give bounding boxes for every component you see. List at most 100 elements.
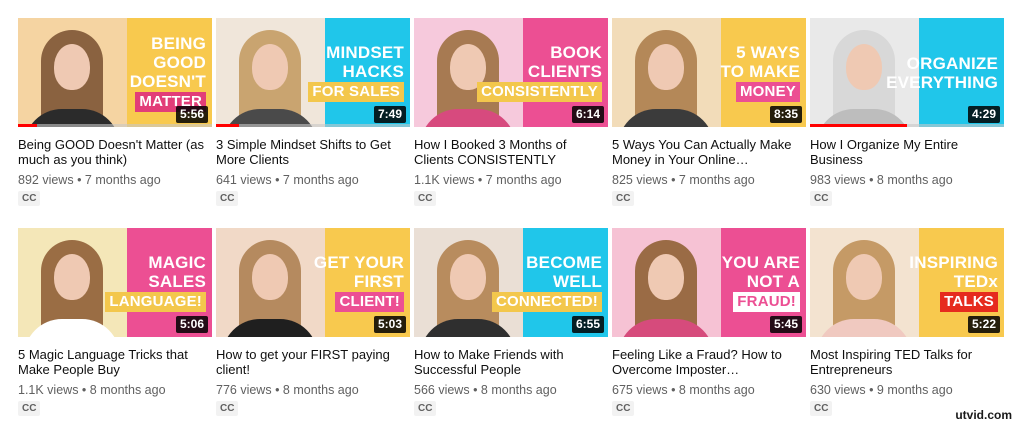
video-card[interactable]: BOOK CLIENTS CONSISTENTLY 6:14 How I Booked … — [414, 18, 608, 215]
upload-age: 9 months ago — [876, 383, 953, 397]
view-count: 641 views — [216, 173, 272, 187]
video-card[interactable]: YOU ARE NOT A FRAUD! 5:45 Feeling Like a Fra… — [612, 228, 806, 425]
cc-badge: CC — [810, 191, 833, 206]
upload-age: 8 months ago — [678, 383, 755, 397]
video-meta: 641 views • 7 months ago — [216, 173, 410, 188]
thumbnail-text-line: BECOME — [526, 253, 602, 272]
video-meta: 776 views • 8 months ago — [216, 383, 410, 398]
video-title[interactable]: Being GOOD Doesn't Matter (as much as yo… — [18, 137, 212, 167]
thumbnail-text-line: BOOK — [550, 43, 602, 62]
video-thumbnail[interactable]: ORGANIZE EVERYTHING 4:29 — [810, 18, 1004, 127]
video-thumbnail[interactable]: GET YOUR FIRST CLIENT! 5:03 — [216, 228, 410, 337]
thumbnail-text-line: NOT A — [746, 272, 800, 291]
video-card[interactable]: 5 WAYS TO MAKE MONEY 8:35 5 Ways You Can Act… — [612, 18, 806, 215]
thumbnail-text-line: MINDSET — [326, 43, 404, 62]
duration-badge: 4:29 — [967, 106, 1000, 123]
video-card[interactable]: MAGIC SALES LANGUAGE! 5:06 5 Magic Language … — [18, 228, 212, 425]
watch-progress-fill — [810, 124, 907, 127]
video-thumbnail[interactable]: BECOME WELL CONNECTED! 6:55 — [414, 228, 608, 337]
presenter-face — [54, 44, 91, 90]
cc-badge: CC — [612, 401, 635, 416]
video-card[interactable]: GET YOUR FIRST CLIENT! 5:03 How to get your … — [216, 228, 410, 425]
thumbnail-text-line: LANGUAGE! — [105, 292, 206, 312]
thumbnail-text-line: MONEY — [735, 82, 800, 102]
upload-age: 7 months ago — [678, 173, 755, 187]
video-title[interactable]: 3 Simple Mindset Shifts to Get More Clie… — [216, 137, 410, 167]
meta-separator: • — [865, 383, 877, 397]
view-count: 825 views — [612, 173, 668, 187]
video-grid: BEING GOOD DOESN'T MATTER 5:56 Being GOOD Doe… — [18, 18, 1004, 425]
thumbnail-text-line: CONNECTED! — [492, 292, 602, 312]
video-title[interactable]: How I Organize My Entire Business — [810, 137, 1004, 167]
duration-badge: 5:45 — [769, 316, 802, 333]
watch-progress-bar — [216, 124, 410, 127]
meta-separator: • — [271, 173, 283, 187]
video-thumbnail[interactable]: MINDSET HACKS FOR SALES 7:49 — [216, 18, 410, 127]
thumbnail-text-line: TEDx — [953, 272, 998, 291]
view-count: 1.1K views — [414, 173, 475, 187]
thumbnail-text-line: YOU ARE — [721, 253, 800, 272]
upload-age: 7 months ago — [84, 173, 161, 187]
video-card[interactable]: ORGANIZE EVERYTHING 4:29 How I Organize My … — [810, 18, 1004, 215]
duration-badge: 6:14 — [571, 106, 604, 123]
watch-progress-fill — [18, 124, 38, 127]
thumbnail-text-line: EVERYTHING — [886, 72, 998, 92]
upload-age: 8 months ago — [89, 383, 166, 397]
video-meta: 983 views • 8 months ago — [810, 173, 1004, 188]
meta-separator: • — [667, 173, 679, 187]
view-count: 566 views — [414, 383, 470, 397]
video-title[interactable]: Most Inspiring TED Talks for Entrepreneu… — [810, 347, 1004, 377]
view-count: 1.1K views — [18, 383, 79, 397]
video-card[interactable]: BEING GOOD DOESN'T MATTER 5:56 Being GOOD Doe… — [18, 18, 212, 215]
duration-badge: 5:03 — [373, 316, 406, 333]
thumbnail-photo — [612, 228, 721, 337]
view-count: 675 views — [612, 383, 668, 397]
video-thumbnail[interactable]: 5 WAYS TO MAKE MONEY 8:35 — [612, 18, 806, 127]
thumbnail-text-line: SALES — [148, 272, 206, 291]
view-count: 776 views — [216, 383, 272, 397]
video-thumbnail[interactable]: YOU ARE NOT A FRAUD! 5:45 — [612, 228, 806, 337]
video-title[interactable]: 5 Ways You Can Actually Make Money in Yo… — [612, 137, 806, 167]
video-card[interactable]: INSPIRING TEDx TALKS 5:22 Most Inspiring TED… — [810, 228, 1004, 425]
presenter-face — [846, 254, 883, 300]
video-meta: 892 views • 7 months ago — [18, 173, 212, 188]
thumbnail-photo — [414, 228, 523, 337]
thumbnail-photo — [18, 18, 127, 127]
duration-badge: 6:55 — [571, 316, 604, 333]
upload-age: 7 months ago — [282, 173, 359, 187]
thumbnail-text-line: CLIENTS — [527, 62, 602, 81]
video-title[interactable]: 5 Magic Language Tricks that Make People… — [18, 347, 212, 377]
video-thumbnail[interactable]: BEING GOOD DOESN'T MATTER 5:56 — [18, 18, 212, 127]
thumbnail-photo — [216, 228, 325, 337]
thumbnail-photo — [18, 228, 127, 337]
thumbnail-text-line: FIRST — [353, 272, 404, 291]
meta-separator: • — [474, 173, 486, 187]
presenter-face — [252, 44, 289, 90]
video-title[interactable]: Feeling Like a Fraud? How to Overcome Im… — [612, 347, 806, 377]
upload-age: 8 months ago — [876, 173, 953, 187]
presenter-face — [252, 254, 289, 300]
video-meta: 566 views • 8 months ago — [414, 383, 608, 398]
thumbnail-text-line: GOOD — [153, 52, 206, 72]
meta-separator: • — [667, 383, 679, 397]
video-title[interactable]: How to Make Friends with Successful Peop… — [414, 347, 608, 377]
video-card[interactable]: MINDSET HACKS FOR SALES 7:49 3 Simple Mindse… — [216, 18, 410, 215]
video-title[interactable]: How I Booked 3 Months of Clients CONSIST… — [414, 137, 608, 167]
video-title[interactable]: How to get your FIRST paying client! — [216, 347, 410, 377]
duration-badge: 5:22 — [967, 316, 1000, 333]
thumbnail-photo — [414, 18, 523, 127]
thumbnail-text-line: TO MAKE — [720, 62, 800, 81]
upload-age: 7 months ago — [485, 173, 562, 187]
video-thumbnail[interactable]: BOOK CLIENTS CONSISTENTLY 6:14 — [414, 18, 608, 127]
cc-badge: CC — [216, 191, 239, 206]
video-meta: 675 views • 8 months ago — [612, 383, 806, 398]
video-meta: 1.1K views • 8 months ago — [18, 383, 212, 398]
thumbnail-text-line: ORGANIZE — [906, 53, 998, 73]
video-card[interactable]: BECOME WELL CONNECTED! 6:55 How to Make Frie… — [414, 228, 608, 425]
watch-progress-bar — [18, 124, 212, 127]
video-thumbnail[interactable]: MAGIC SALES LANGUAGE! 5:06 — [18, 228, 212, 337]
cc-badge: CC — [612, 191, 635, 206]
video-thumbnail[interactable]: INSPIRING TEDx TALKS 5:22 — [810, 228, 1004, 337]
meta-separator: • — [865, 173, 877, 187]
thumbnail-text-line: BEING — [151, 33, 206, 53]
